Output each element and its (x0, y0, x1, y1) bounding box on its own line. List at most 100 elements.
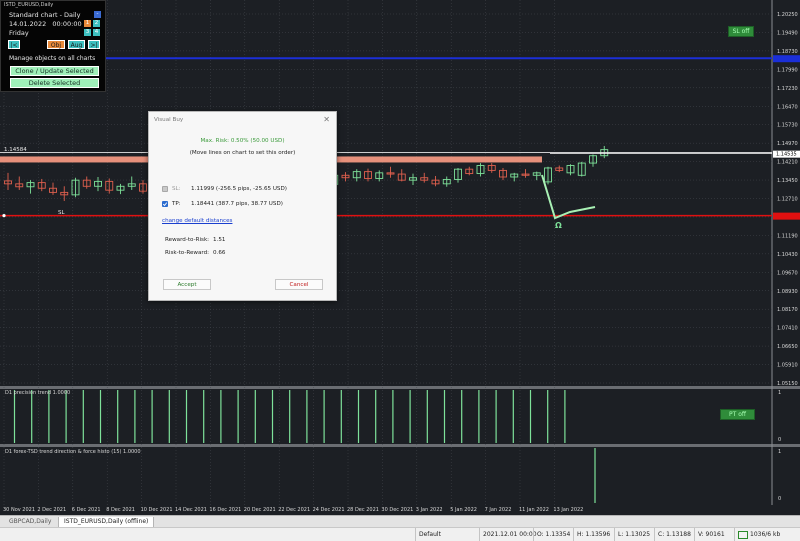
clone-update-button[interactable]: Clone / Update Selected (10, 66, 99, 76)
tsd-label: D1 forex-TSD trend direction & force his… (5, 449, 141, 455)
trend-axis-bottom: 0 (778, 437, 782, 443)
y-tick-label: 1.14970 (777, 141, 798, 147)
current-price-text: 1.14535 (776, 152, 797, 158)
tsd-axis-top: 1 (778, 449, 782, 455)
weekday-label: Friday (9, 29, 29, 37)
y-tick-label: 1.18730 (777, 49, 798, 55)
change-distances-link[interactable]: change default distances (162, 218, 232, 224)
y-tick-label: 1.15730 (777, 123, 798, 129)
x-tick-label: 13 Jan 2022 (553, 507, 583, 513)
traffic-icon (738, 530, 748, 539)
chart-canvas[interactable]: 1.20250 1.19490 1.18730 1.17990 1.17230 1.164… (0, 0, 800, 515)
y-tick-label: 1.10430 (777, 252, 798, 258)
y-tick-label: 1.07410 (777, 326, 798, 332)
x-tick-label: 7 Jan 2022 (485, 507, 512, 513)
max-risk-text: Max. Risk: 0.50% (50.00 USD) (200, 138, 285, 144)
square-1[interactable]: 1 (84, 20, 91, 27)
tp-label: TP: (172, 201, 181, 207)
x-tick-label: 2 Dec 2021 (37, 507, 66, 513)
square-2[interactable]: 2 (93, 20, 100, 27)
x-tick-label: 24 Dec 2021 (313, 507, 345, 513)
y-tick-label: 1.09670 (777, 270, 798, 276)
delete-selected-button[interactable]: Delete Selected (10, 78, 99, 88)
x-tick-label: 14 Dec 2021 (175, 507, 207, 513)
tp-checkbox[interactable] (162, 201, 168, 207)
square-3[interactable]: 3 (84, 29, 91, 36)
omega-marker: Ω (555, 221, 562, 230)
sl-price-tag (773, 212, 800, 220)
y-tick-label: 1.08930 (777, 289, 798, 295)
nav-last-button[interactable]: >| (88, 40, 100, 49)
status-traffic: 1036/6 kb (734, 528, 780, 541)
close-icon[interactable]: ✕ (323, 115, 330, 124)
pane-divider-2[interactable] (0, 444, 800, 447)
y-tick-label: 1.17990 (777, 67, 798, 73)
pt-off-badge[interactable]: PT off (720, 409, 755, 420)
sl-checkbox[interactable] (162, 186, 168, 192)
sl-label: SL: (172, 186, 181, 192)
status-profile[interactable]: Default (415, 528, 441, 541)
y-tick-label: 1.16470 (777, 104, 798, 110)
y-tick-label: 1.06650 (777, 344, 798, 350)
manage-objects-label: Manage objects on all charts (9, 55, 96, 62)
reward-to-risk-value: 1.51 (213, 237, 226, 243)
status-open: O: 1.13354 (533, 528, 570, 541)
square-4[interactable]: 4 (93, 29, 100, 36)
reward-to-risk-label: Reward-to-Risk: (165, 237, 210, 243)
status-bar: Default 2021.12.01 00:00 O: 1.13354 H: 1… (0, 527, 800, 541)
y-tick-label: 1.17230 (777, 86, 798, 92)
x-tick-label: 20 Dec 2021 (244, 507, 276, 513)
y-tick-label: 1.11190 (777, 233, 798, 239)
cancel-button[interactable]: Cancel (275, 279, 323, 290)
y-tick-label: 1.20250 (777, 12, 798, 18)
x-tick-label: 8 Dec 2021 (106, 507, 135, 513)
y-tick-label: 1.05910 (777, 363, 798, 369)
nav-first-button[interactable]: |< (8, 40, 20, 49)
y-tick-label: 1.14210 (777, 160, 798, 166)
pane-divider-1[interactable] (0, 386, 800, 389)
y-tick-label: 1.08170 (777, 307, 798, 313)
entry-line-label: 1.14584 (4, 147, 27, 153)
sl-value: 1.11999 (-256.5 pips, -25.65 USD) (191, 186, 287, 192)
nav-obj-button[interactable]: Obj (47, 40, 65, 49)
y-tick-label: 1.12710 (777, 197, 798, 203)
x-tick-label: 16 Dec 2021 (209, 507, 241, 513)
y-tick-label: 1.13450 (777, 178, 798, 184)
control-panel: ISTD_EURUSD,Daily Standard chart - Daily… (0, 0, 106, 92)
status-close: C: 1.13188 (654, 528, 691, 541)
visual-buy-dialog: Visual Buy ✕ Max. Risk: 0.50% (50.00 USD… (148, 111, 337, 301)
check-icon (162, 202, 168, 207)
precision-trend-label: D1 precision trend 1.0000 (5, 390, 71, 396)
tp-value: 1.18441 (387.7 pips, 38.77 USD) (191, 201, 283, 207)
status-low: L: 1.13025 (614, 528, 650, 541)
dialog-title: Visual Buy (154, 117, 184, 123)
status-high: H: 1.13596 (573, 528, 610, 541)
risk-to-reward-label: Risk-to-Reward: (165, 250, 210, 256)
y-tick-label: 1.05150 (777, 381, 798, 387)
window-title: ISTD_EURUSD,Daily (4, 2, 54, 8)
x-tick-label: 28 Dec 2021 (347, 507, 379, 513)
tab-gbpcad[interactable]: GBPCAD,Daily (4, 517, 56, 527)
risk-to-reward-value: 0.66 (213, 250, 226, 256)
sl-handle[interactable] (2, 214, 6, 218)
status-volume: V: 90161 (694, 528, 725, 541)
x-tick-label: 10 Dec 2021 (141, 507, 173, 513)
tsd-axis-bottom: 0 (778, 496, 782, 502)
y-tick-label: 1.19490 (777, 30, 798, 36)
chart-label: Standard chart - Daily (9, 11, 81, 19)
date-label: 14.01.2022 00:00:00 (9, 20, 82, 28)
x-tick-label: 22 Dec 2021 (278, 507, 310, 513)
trend-axis-top: 1 (778, 390, 782, 396)
x-tick-label: 3 Jan 2022 (416, 507, 443, 513)
nav-aug-button[interactable]: Aug (68, 40, 85, 49)
status-datetime: 2021.12.01 00:00 (479, 528, 537, 541)
x-tick-label: 5 Jan 2022 (450, 507, 477, 513)
sl-off-badge[interactable]: SL off (728, 26, 754, 37)
x-tick-label: 6 Dec 2021 (72, 507, 101, 513)
sl-line-label: SL (58, 210, 65, 216)
x-tick-label: 30 Dec 2021 (381, 507, 413, 513)
tp-price-tag (773, 55, 800, 63)
x-tick-label: 30 Nov 2021 (3, 507, 35, 513)
accept-button[interactable]: Accept (163, 279, 211, 290)
minus-square[interactable]: - (94, 11, 101, 18)
